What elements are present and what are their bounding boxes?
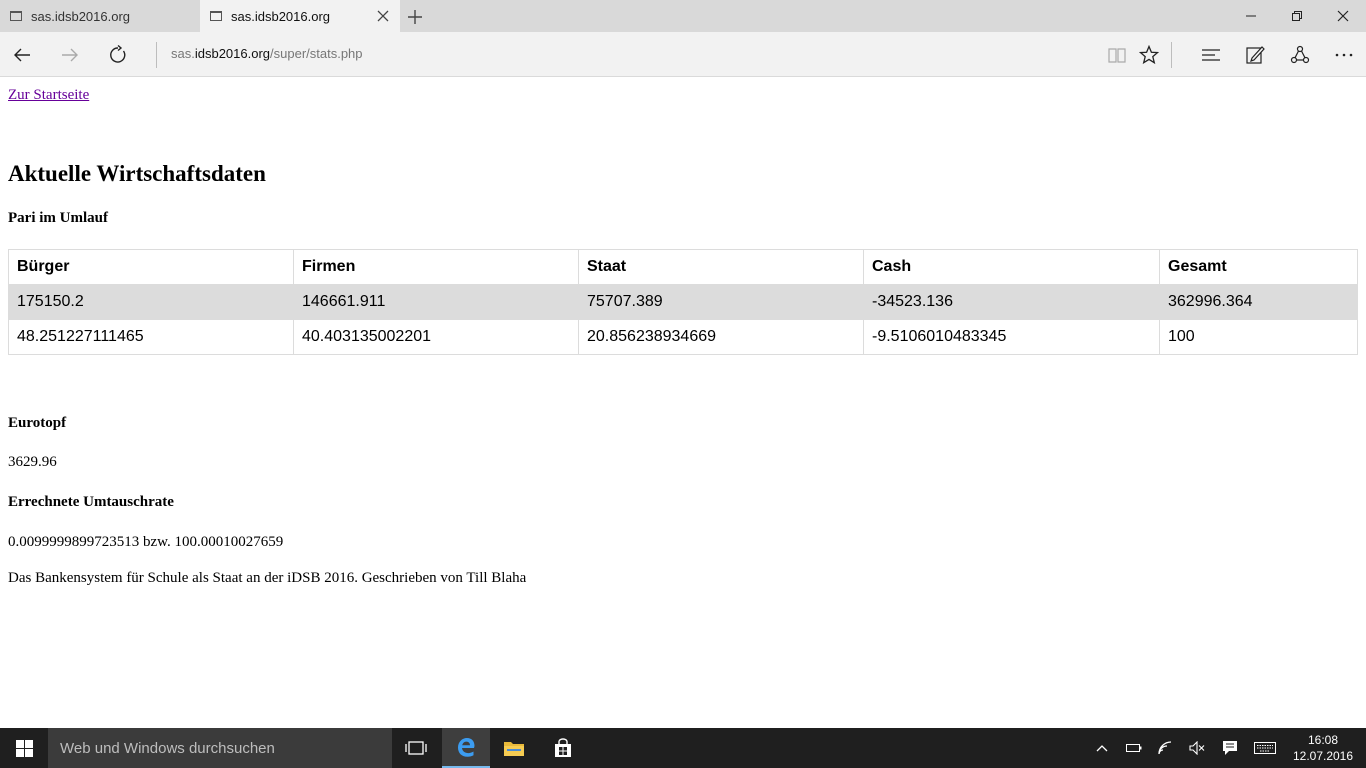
address-separator xyxy=(156,42,157,68)
edge-taskbar-button[interactable] xyxy=(442,728,490,768)
table-cell: 48.251227111465 xyxy=(8,319,294,355)
restore-icon xyxy=(1292,11,1302,21)
table-cell: 40.403135002201 xyxy=(293,319,579,355)
table-header-row: Bürger Firmen Staat Cash Gesamt xyxy=(8,249,1358,285)
wifi-icon xyxy=(1158,741,1172,755)
table-cell: -34523.136 xyxy=(863,284,1160,320)
table-cell: 146661.911 xyxy=(293,284,579,320)
store-button[interactable] xyxy=(539,728,587,768)
notification-icon xyxy=(1223,741,1237,755)
tab-inactive[interactable]: sas.idsb2016.org xyxy=(0,0,200,32)
volume-muted-icon xyxy=(1189,741,1205,755)
table-row: 48.251227111465 40.403135002201 20.85623… xyxy=(8,319,1358,355)
more-button[interactable] xyxy=(1328,39,1360,71)
table-cell: 175150.2 xyxy=(8,284,294,320)
column-header: Gesamt xyxy=(1159,249,1358,285)
task-view-button[interactable] xyxy=(392,728,440,768)
restore-button[interactable] xyxy=(1274,0,1320,32)
refresh-button[interactable] xyxy=(102,39,134,71)
close-tab-icon[interactable] xyxy=(376,9,390,23)
share-icon xyxy=(1290,45,1310,64)
edge-icon xyxy=(458,738,475,757)
home-link[interactable]: Zur Startseite xyxy=(8,87,89,104)
table-cell: 75707.389 xyxy=(578,284,864,320)
store-bag-icon xyxy=(555,738,571,757)
clock-date: 12.07.2016 xyxy=(1292,749,1354,763)
windows-logo-icon xyxy=(15,739,33,757)
folder-icon xyxy=(504,742,524,756)
back-button[interactable] xyxy=(6,39,38,71)
volume-button[interactable] xyxy=(1182,728,1212,768)
clock-time: 16:08 xyxy=(1307,733,1339,747)
minimize-button[interactable] xyxy=(1228,0,1274,32)
battery-icon xyxy=(1126,744,1142,752)
footer-text: Das Bankensystem für Schule als Staat an… xyxy=(8,570,527,586)
start-button[interactable] xyxy=(0,728,48,768)
table-cell: 20.856238934669 xyxy=(578,319,864,355)
tab-label: sas.idsb2016.org xyxy=(231,8,331,24)
pen-note-icon xyxy=(1246,46,1265,64)
star-icon xyxy=(1139,45,1159,65)
book-icon xyxy=(1108,48,1126,63)
chevron-up-icon xyxy=(1096,745,1108,752)
page-content: Zur Startseite Aktuelle Wirtschaftsdaten… xyxy=(0,77,1366,728)
arrow-left-icon xyxy=(14,48,30,62)
close-icon xyxy=(1337,10,1349,22)
circulation-heading: Pari im Umlauf xyxy=(8,210,108,226)
column-header: Firmen xyxy=(293,249,579,285)
hub-button[interactable] xyxy=(1195,39,1227,71)
column-header: Staat xyxy=(578,249,864,285)
favorite-button[interactable] xyxy=(1133,39,1165,71)
address-prefix: sas. xyxy=(171,46,195,61)
more-icon xyxy=(1335,53,1353,57)
web-note-button[interactable] xyxy=(1239,39,1271,71)
task-view-icon xyxy=(405,741,427,755)
action-center-button[interactable] xyxy=(1215,728,1245,768)
system-clock[interactable]: 16:08 12.07.2016 xyxy=(1286,732,1360,764)
eurotopf-value: 3629.96 xyxy=(8,454,57,470)
address-bar[interactable]: sas.idsb2016.org/super/stats.php xyxy=(171,46,363,61)
hub-icon xyxy=(1202,49,1220,61)
table-cell: -9.5106010483345 xyxy=(863,319,1160,355)
tab-active[interactable]: sas.idsb2016.org xyxy=(200,0,400,32)
search-placeholder: Web und Windows durchsuchen xyxy=(60,739,275,757)
address-host: idsb2016.org xyxy=(194,46,271,61)
file-explorer-button[interactable] xyxy=(490,728,538,768)
eurotopf-heading: Eurotopf xyxy=(8,415,67,431)
tab-label: sas.idsb2016.org xyxy=(31,8,131,24)
rate-heading: Errechnete Umtauschrate xyxy=(8,494,174,510)
keyboard-button[interactable] xyxy=(1250,728,1280,768)
column-header: Bürger xyxy=(8,249,294,285)
keyboard-icon xyxy=(1254,742,1276,754)
refresh-icon xyxy=(110,45,126,63)
network-button[interactable] xyxy=(1151,728,1181,768)
page-icon xyxy=(10,11,22,21)
reading-view-button[interactable] xyxy=(1101,39,1133,71)
tab-bar: sas.idsb2016.org sas.idsb2016.org xyxy=(0,0,1366,32)
column-header: Cash xyxy=(863,249,1160,285)
table-cell: 100 xyxy=(1159,319,1358,355)
new-tab-icon[interactable] xyxy=(406,8,424,26)
table-cell: 362996.364 xyxy=(1159,284,1358,320)
taskbar: Web und Windows durchsuchen 16:08 12.07.… xyxy=(0,728,1366,768)
page-title: Aktuelle Wirtschaftsdaten xyxy=(8,161,266,186)
table-row: 175150.2 146661.911 75707.389 -34523.136… xyxy=(8,284,1358,320)
rate-value: 0.0099999899723513 bzw. 100.00010027659 xyxy=(8,534,284,550)
taskbar-search-box[interactable]: Web und Windows durchsuchen xyxy=(48,728,392,768)
toolbar-separator xyxy=(1171,42,1172,68)
arrow-right-icon xyxy=(62,48,78,62)
circulation-table: Bürger Firmen Staat Cash Gesamt 175150.2… xyxy=(8,249,1358,355)
close-window-button[interactable] xyxy=(1320,0,1366,32)
show-hidden-icons-button[interactable] xyxy=(1087,728,1117,768)
address-path: /super/stats.php xyxy=(270,46,363,61)
forward-button[interactable] xyxy=(54,39,86,71)
battery-button[interactable] xyxy=(1119,728,1149,768)
page-icon xyxy=(210,11,222,21)
navigation-bar: sas.idsb2016.org/super/stats.php xyxy=(0,32,1366,77)
minimize-icon xyxy=(1246,15,1256,17)
share-button[interactable] xyxy=(1284,39,1316,71)
